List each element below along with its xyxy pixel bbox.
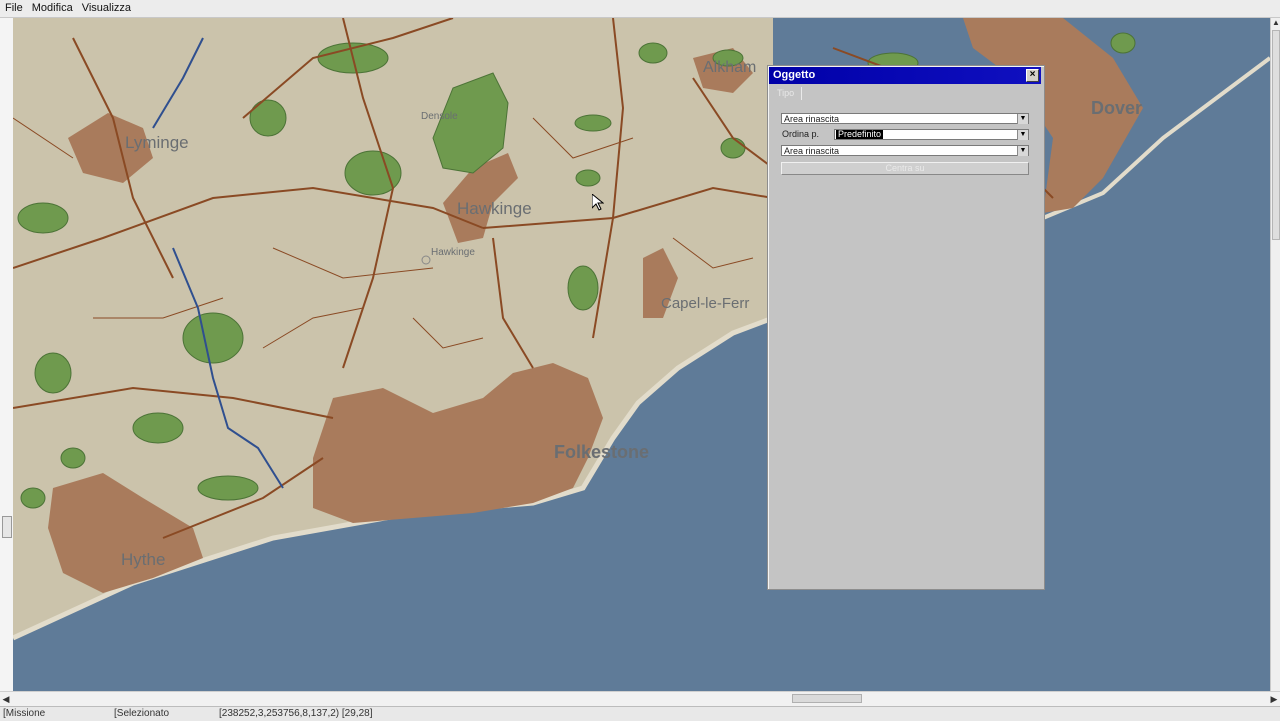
menu-modifica[interactable]: Modifica [27, 0, 77, 17]
horizontal-scroll-thumb[interactable] [792, 694, 862, 703]
dropdown-arrow-icon[interactable]: ▼ [1017, 146, 1028, 156]
center-on-button[interactable]: Centra su [781, 162, 1029, 175]
label-densole: Densole [421, 111, 458, 122]
sort-dropdown[interactable]: Predefinito ▼ [834, 129, 1029, 140]
status-bar: [Missione [Selezionato [238252,3,253756,… [0, 706, 1280, 721]
map-canvas[interactable]: Dover Lyminge Hawkinge Hawkinge Densole … [13, 18, 1270, 691]
status-mode: [Missione [3, 708, 46, 719]
label-lyminge: Lyminge [125, 133, 189, 152]
dropdown-arrow-icon[interactable]: ▼ [1017, 114, 1028, 124]
horizontal-scrollbar[interactable]: ◀ ▶ [0, 691, 1280, 706]
sort-dropdown-value: Predefinito [836, 129, 884, 139]
scroll-left-icon[interactable]: ◀ [0, 692, 12, 706]
type-dropdown-value: Area rinascita [784, 114, 840, 124]
dropdown-arrow-icon[interactable]: ▼ [1017, 130, 1028, 140]
label-folkestone: Folkestone [554, 442, 649, 462]
label-hythe: Hythe [121, 550, 165, 569]
map-viewport[interactable]: Dover Lyminge Hawkinge Hawkinge Densole … [13, 18, 1270, 691]
label-alkham: Alkham [703, 59, 756, 76]
scroll-right-icon[interactable]: ▶ [1268, 692, 1280, 706]
label-capel: Capel-le-Ferr [661, 295, 749, 312]
item-dropdown[interactable]: Area rinascita ▼ [781, 145, 1029, 156]
resize-handle[interactable] [2, 516, 12, 538]
dialog-title: Oggetto [773, 69, 816, 81]
status-coordinates: [238252,3,253756,8,137,2) [29,28] [219, 708, 373, 719]
status-selection: [Selezionato [114, 708, 170, 719]
label-dover: Dover [1091, 98, 1142, 118]
label-hawkinge: Hawkinge [457, 199, 532, 218]
dialog-titlebar[interactable]: Oggetto × [769, 67, 1041, 84]
object-dialog: Oggetto × Tipo Area rinascita ▼ Ordina p… [767, 65, 1045, 590]
item-dropdown-value: Area rinascita [784, 146, 840, 156]
left-frame [0, 18, 14, 691]
menu-visualizza[interactable]: Visualizza [77, 0, 135, 17]
scroll-up-icon[interactable]: ▲ [1271, 18, 1280, 28]
vertical-scroll-thumb[interactable] [1272, 30, 1280, 240]
label-hawkinge-small: Hawkinge [431, 247, 475, 258]
type-dropdown[interactable]: Area rinascita ▼ [781, 113, 1029, 124]
close-icon[interactable]: × [1026, 69, 1039, 82]
menu-file[interactable]: File [0, 0, 27, 17]
menu-bar: File Modifica Visualizza [0, 0, 1280, 18]
sort-label: Ordina p. [782, 129, 820, 139]
vertical-scrollbar[interactable]: ▲ [1270, 18, 1280, 691]
tab-tipo[interactable]: Tipo [774, 87, 802, 100]
